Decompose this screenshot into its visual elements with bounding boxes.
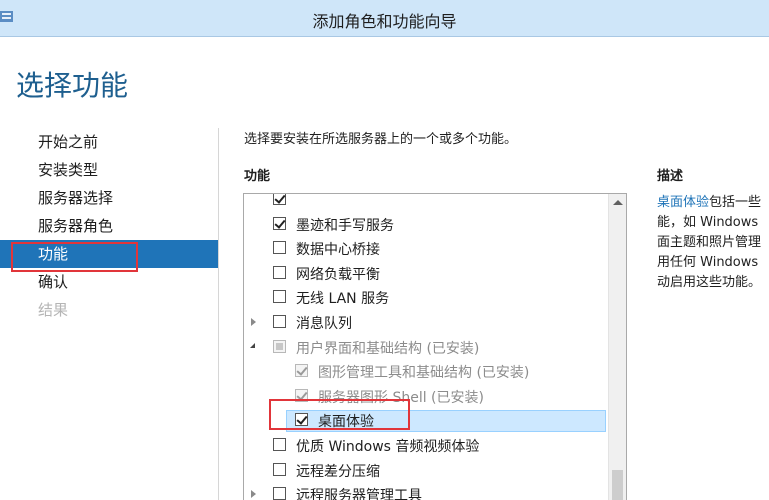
nav-item-server-roles[interactable]: 服务器角色 (0, 212, 218, 240)
window-titlebar: 添加角色和功能向导 (0, 0, 769, 37)
nav-item-results: 结果 (38, 301, 69, 319)
features-heading: 功能 (244, 169, 271, 184)
features-rows: 墨迹和手写服务 数据中心桥接 网络负载平衡 无线 LAN 服务 消息队列用户界面和基础结… (244, 194, 608, 500)
nav-annotation-box (11, 242, 138, 272)
expand-triangle-icon[interactable] (250, 342, 255, 348)
checkmark-icon (274, 216, 286, 229)
feature-checkbox[interactable] (273, 241, 286, 255)
feature-row[interactable]: 墨迹和手写服务 (244, 213, 608, 238)
nav-item-before-you-begin[interactable]: 开始之前 (0, 128, 218, 156)
feature-row[interactable]: 用户界面和基础结构 (已安装) (244, 336, 608, 361)
feature-label: 墨迹和手写服务 (296, 217, 394, 234)
feature-row[interactable] (244, 194, 608, 213)
intro-text: 选择要安装在所选服务器上的一个或多个功能。 (244, 132, 518, 147)
feature-row[interactable]: 数据中心桥接 (244, 237, 608, 262)
feature-label: 优质 Windows 音频视频体验 (296, 438, 480, 455)
feature-label: 图形管理工具和基础结构 (已安装) (318, 365, 530, 382)
feature-checkbox[interactable] (273, 462, 286, 476)
nav-item-installation-type[interactable]: 安装类型 (0, 156, 218, 184)
feature-label: 用户界面和基础结构 (已安装) (296, 340, 480, 357)
feature-row[interactable]: 图形管理工具和基础结构 (已安装) (244, 360, 608, 385)
scroll-up-arrow-icon[interactable] (609, 194, 626, 212)
collapse-triangle-icon[interactable] (251, 490, 256, 499)
feature-checkbox[interactable] (273, 487, 286, 500)
scroll-thumb[interactable] (612, 470, 623, 500)
feature-label: 数据中心桥接 (296, 242, 380, 259)
feature-label: 无线 LAN 服务 (296, 291, 390, 308)
feature-row[interactable]: 网络负载平衡 (244, 262, 608, 287)
feature-row[interactable]: 远程服务器管理工具 (244, 483, 608, 500)
feature-checkbox[interactable] (273, 314, 286, 328)
partial-check-icon (276, 342, 283, 350)
feature-row[interactable]: 无线 LAN 服务 (244, 286, 608, 311)
description-line: 动启用这些功能。 (657, 275, 762, 290)
nav-item-confirmation[interactable]: 确认 (0, 268, 218, 296)
wizard-nav: 开始之前 安装类型 服务器选择 服务器角色 功能 确认 结果 (0, 128, 218, 324)
description-link[interactable]: 桌面体验 (657, 195, 709, 210)
description-line: 包括一些 (709, 195, 762, 210)
page-title: 选择功能 (16, 69, 129, 102)
feature-checkbox[interactable] (273, 194, 286, 205)
checkmark-icon (296, 364, 308, 376)
description-line: 能，如 Windows (657, 215, 759, 230)
feature-row[interactable]: 优质 Windows 音频视频体验 (244, 434, 608, 459)
feature-checkbox (273, 339, 286, 353)
description-line: 用任何 Windows (657, 255, 759, 270)
feature-row[interactable]: 消息队列 (244, 311, 608, 336)
feature-annotation-box (269, 399, 410, 430)
feature-checkbox[interactable] (273, 216, 286, 230)
description-text: 桌面体验包括一些 能，如 Windows 面主题和照片管理 用任何 Window… (657, 193, 769, 293)
feature-label: 远程服务器管理工具 (296, 488, 422, 500)
feature-label: 网络负载平衡 (296, 266, 380, 283)
nav-divider (218, 128, 219, 500)
nav-item-server-selection[interactable]: 服务器选择 (0, 184, 218, 212)
checkmark-icon (274, 194, 286, 204)
window-title: 添加角色和功能向导 (312, 12, 457, 31)
features-scrollbar[interactable] (608, 194, 626, 500)
feature-label: 消息队列 (296, 315, 352, 332)
description-line: 面主题和照片管理 (657, 235, 762, 250)
description-heading: 描述 (657, 169, 684, 184)
feature-checkbox[interactable] (273, 437, 286, 451)
feature-checkbox[interactable] (273, 290, 286, 304)
feature-row[interactable]: 远程差分压缩 (244, 459, 608, 484)
collapse-triangle-icon[interactable] (251, 317, 256, 326)
features-list[interactable]: 墨迹和手写服务 数据中心桥接 网络负载平衡 无线 LAN 服务 消息队列用户界面和基础结… (243, 193, 627, 500)
feature-label: 远程差分压缩 (296, 463, 380, 480)
feature-checkbox[interactable] (273, 265, 286, 279)
feature-checkbox (295, 364, 308, 378)
